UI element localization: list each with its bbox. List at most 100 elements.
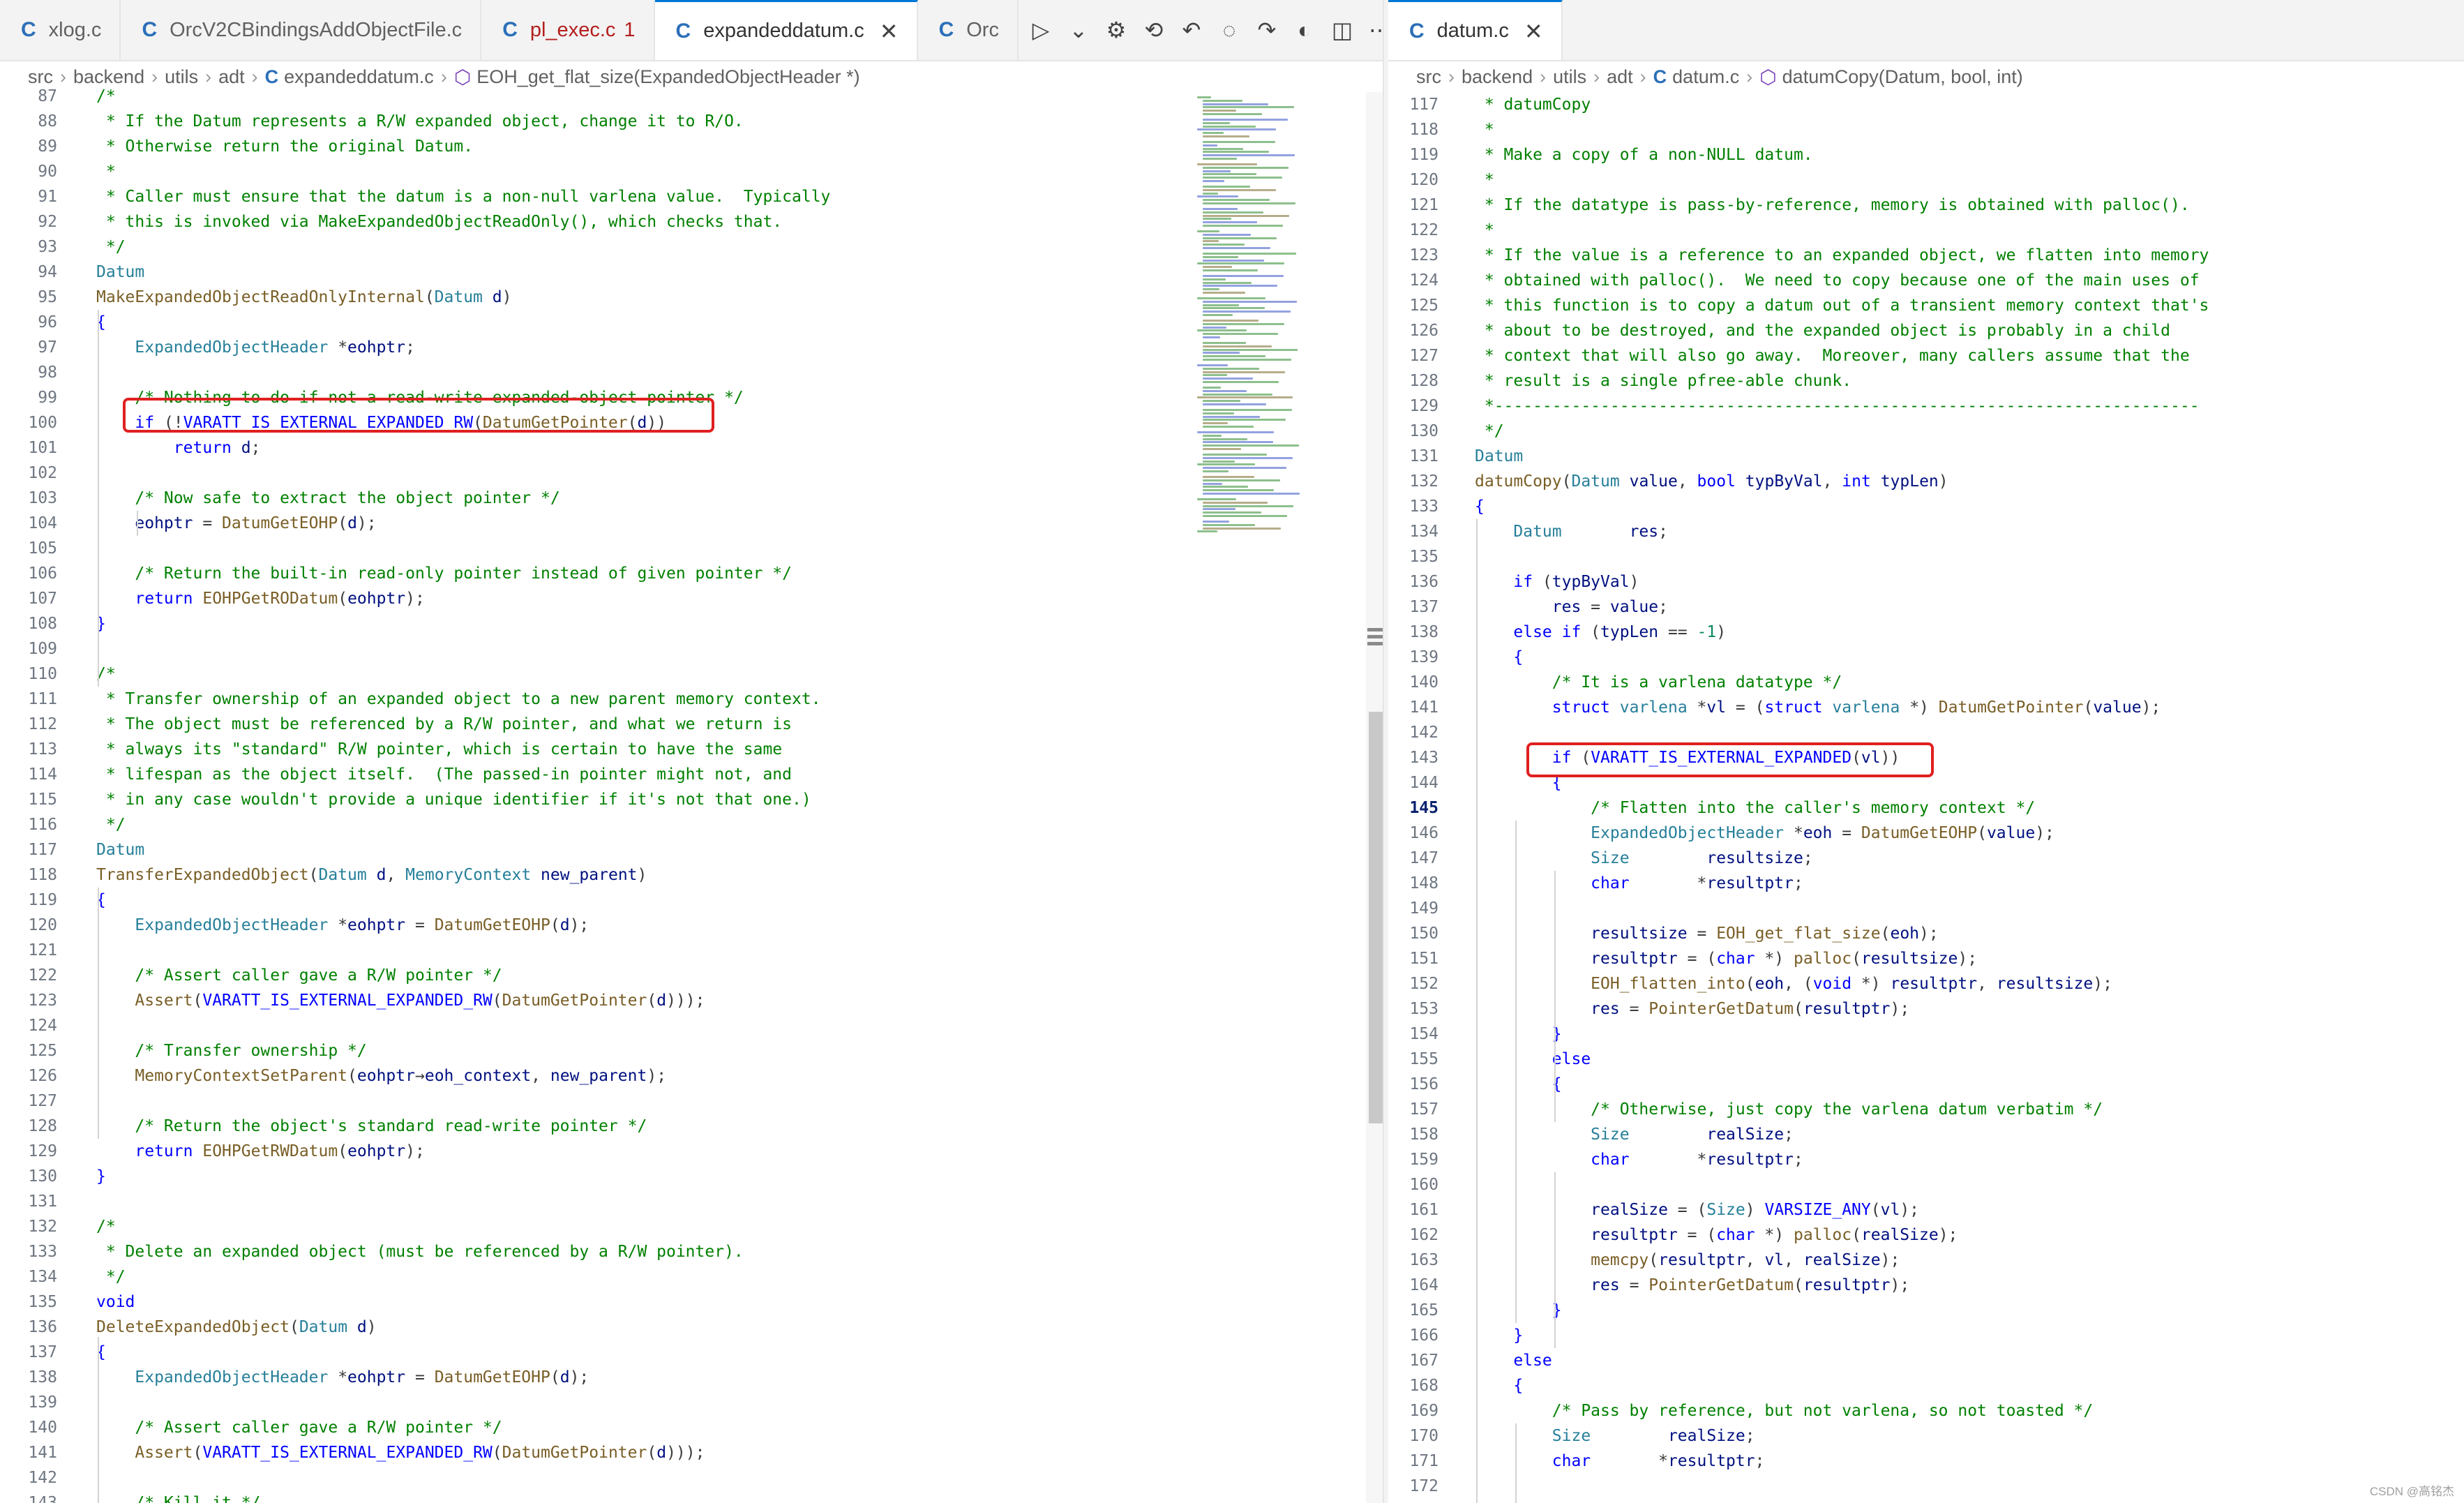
code-line[interactable]: 165 } bbox=[1388, 1298, 2464, 1323]
code-line[interactable]: 96{ bbox=[0, 310, 1197, 335]
code-line[interactable]: 93 */ bbox=[0, 234, 1197, 260]
code-line[interactable]: 170 Size realSize; bbox=[1388, 1423, 2464, 1449]
editor-tab[interactable]: Cxlog.c bbox=[0, 0, 121, 60]
code-line[interactable]: 141 struct varlena *vl = (struct varlena… bbox=[1388, 695, 2464, 720]
code-line[interactable]: 139 bbox=[0, 1390, 1197, 1415]
code-line[interactable]: 106 /* Return the built-in read-only poi… bbox=[0, 561, 1197, 586]
code-line[interactable]: 155 else bbox=[1388, 1047, 2464, 1072]
go-previous-icon[interactable]: ◌ bbox=[1217, 17, 1242, 43]
history-icon[interactable]: ⟲ bbox=[1141, 17, 1166, 43]
code-line[interactable]: 158 Size realSize; bbox=[1388, 1122, 2464, 1147]
code-line[interactable]: 118 TransferExpandedObject(Datum d, Memor… bbox=[0, 862, 1197, 888]
code-line[interactable]: 125 /* Transfer ownership */ bbox=[0, 1038, 1197, 1063]
code-line[interactable]: 126 MemoryContextSetParent(eohptr→eoh_co… bbox=[0, 1063, 1197, 1089]
code-line[interactable]: 134 */ bbox=[0, 1264, 1197, 1289]
code-line[interactable]: 136 if (typByVal) bbox=[1388, 569, 2464, 595]
code-line[interactable]: 129 *-----------------------------------… bbox=[1388, 394, 2464, 419]
editor-tab[interactable]: Cdatum.c ✕ bbox=[1388, 0, 1563, 60]
code-line[interactable]: 137{ bbox=[0, 1340, 1197, 1365]
breadcrumb-item[interactable]: datum.c bbox=[1672, 66, 1739, 88]
code-line[interactable]: 123 Assert(VARATT_IS_EXTERNAL_EXPANDED_R… bbox=[0, 988, 1197, 1013]
code-line[interactable]: 90 * bbox=[0, 159, 1197, 184]
code-line[interactable]: 146 ExpandedObjectHeader *eoh = DatumGet… bbox=[1388, 821, 2464, 846]
editor-tab[interactable]: C Orc bbox=[918, 0, 1019, 60]
code-line[interactable]: 113 * always its "standard" R/W pointer,… bbox=[0, 737, 1197, 762]
right-code-editor[interactable]: 117 * datumCopy 118 * 119 * Make a copy of… bbox=[1388, 92, 2464, 1503]
code-line[interactable]: 109 bbox=[0, 636, 1197, 661]
code-line[interactable]: 156 { bbox=[1388, 1072, 2464, 1097]
code-line[interactable]: 124 bbox=[0, 1013, 1197, 1038]
code-line[interactable]: 122 /* Assert caller gave a R/W pointer … bbox=[0, 963, 1197, 988]
code-line[interactable]: 97 ExpandedObjectHeader *eohptr; bbox=[0, 335, 1197, 360]
code-line[interactable]: 137 res = value; bbox=[1388, 595, 2464, 620]
code-line[interactable]: 91 * Caller must ensure that the datum i… bbox=[0, 184, 1197, 209]
code-line[interactable]: 129 return EOHPGetRWDatum(eohptr); bbox=[0, 1139, 1197, 1164]
code-line[interactable]: 118 * bbox=[1388, 117, 2464, 142]
code-line[interactable]: 132 datumCopy(Datum value, bool typByVal,… bbox=[1388, 469, 2464, 494]
code-line[interactable]: 168 { bbox=[1388, 1373, 2464, 1398]
close-icon[interactable]: ✕ bbox=[880, 18, 899, 45]
code-line[interactable]: 98 bbox=[0, 360, 1197, 385]
code-line[interactable]: 107 return EOHPGetRODatum(eohptr); bbox=[0, 586, 1197, 611]
breadcrumb-item[interactable]: backend bbox=[1462, 66, 1533, 88]
code-line[interactable]: 138 else if (typLen == -1) bbox=[1388, 620, 2464, 645]
compare-icon[interactable]: ◐ bbox=[1292, 17, 1317, 43]
code-line[interactable]: 149 bbox=[1388, 896, 2464, 921]
code-line[interactable]: 142 bbox=[1388, 720, 2464, 745]
code-line[interactable]: 157 /* Otherwise, just copy the varlena … bbox=[1388, 1097, 2464, 1122]
code-line[interactable]: 153 res = PointerGetDatum(resultptr); bbox=[1388, 996, 2464, 1022]
code-line[interactable]: 127 bbox=[0, 1089, 1197, 1114]
code-line[interactable]: 89 * Otherwise return the original Datum… bbox=[0, 134, 1197, 159]
code-line[interactable]: 131 bbox=[0, 1189, 1197, 1214]
code-line[interactable]: 142 bbox=[0, 1465, 1197, 1490]
code-line[interactable]: 150 resultsize = EOH_get_flat_size(eoh); bbox=[1388, 921, 2464, 946]
code-line[interactable]: 124 * obtained with palloc(). We need to… bbox=[1388, 268, 2464, 293]
code-line[interactable]: 169 /* Pass by reference, but not varlen… bbox=[1388, 1398, 2464, 1423]
code-line[interactable]: 133 * Delete an expanded object (must be… bbox=[0, 1239, 1197, 1264]
editor-tab[interactable]: C OrcV2CBindingsAddObjectFile.c bbox=[121, 0, 482, 60]
code-line[interactable]: 120 ExpandedObjectHeader *eohptr = Datum… bbox=[0, 913, 1197, 938]
code-line[interactable]: 143 /* Kill it */ bbox=[0, 1490, 1197, 1503]
code-line[interactable]: 134 Datum res; bbox=[1388, 519, 2464, 544]
code-line[interactable]: 122 * bbox=[1388, 218, 2464, 243]
code-line[interactable]: 171 char *resultptr; bbox=[1388, 1449, 2464, 1474]
split-editor-icon[interactable]: ◫ bbox=[1330, 17, 1355, 43]
code-line[interactable]: 145 /* Flatten into the caller's memory … bbox=[1388, 795, 2464, 821]
code-line[interactable]: 114 * lifespan as the object itself. (Th… bbox=[0, 762, 1197, 787]
code-line[interactable]: 87 /* bbox=[0, 84, 1197, 109]
code-line[interactable]: 119 * Make a copy of a non-NULL datum. bbox=[1388, 142, 2464, 167]
code-line[interactable]: 131 Datum bbox=[1388, 444, 2464, 469]
code-line[interactable]: 92 * this is invoked via MakeExpandedObj… bbox=[0, 209, 1197, 234]
run-icon[interactable]: ▷ bbox=[1028, 17, 1053, 43]
code-line[interactable]: 167 else bbox=[1388, 1348, 2464, 1373]
code-line[interactable]: 135 void bbox=[0, 1289, 1197, 1315]
code-line[interactable]: 94 Datum bbox=[0, 260, 1197, 285]
code-line[interactable]: 128 /* Return the object's standard read… bbox=[0, 1114, 1197, 1139]
code-line[interactable]: 104 eohptr = DatumGetEOHP(d); bbox=[0, 511, 1197, 536]
code-line[interactable]: 127 * context that will also go away. Mo… bbox=[1388, 343, 2464, 368]
code-line[interactable]: 115 * in any case wouldn't provide a uni… bbox=[0, 787, 1197, 812]
code-line[interactable]: 130 */ bbox=[1388, 419, 2464, 444]
code-line[interactable]: 119{ bbox=[0, 888, 1197, 913]
code-line[interactable]: 125 * this function is to copy a datum o… bbox=[1388, 293, 2464, 318]
more-actions-icon[interactable]: ⋯ bbox=[1367, 17, 1383, 43]
breadcrumb-item[interactable]: datumCopy(Datum, bool, int) bbox=[1782, 66, 2023, 88]
code-line[interactable]: 95 MakeExpandedObjectReadOnlyInternal(Dat… bbox=[0, 285, 1197, 310]
editor-tab[interactable]: Cexpandeddatum.c ✕ bbox=[654, 0, 918, 60]
code-line[interactable]: 148 char *resultptr; bbox=[1388, 871, 2464, 896]
breadcrumb-item[interactable]: src bbox=[1416, 66, 1441, 88]
code-line[interactable]: 162 resultptr = (char *) palloc(realSize… bbox=[1388, 1222, 2464, 1248]
close-icon[interactable]: ✕ bbox=[1524, 18, 1543, 45]
breadcrumb-item[interactable]: utils bbox=[1553, 66, 1586, 88]
code-line[interactable]: 116 */ bbox=[0, 812, 1197, 837]
code-line[interactable]: 152 EOH_flatten_into(eoh, (void *) resul… bbox=[1388, 971, 2464, 996]
code-line[interactable]: 159 char *resultptr; bbox=[1388, 1147, 2464, 1172]
code-line[interactable]: 117 * datumCopy bbox=[1388, 92, 2464, 117]
code-line[interactable]: 132 /* bbox=[0, 1214, 1197, 1239]
code-line[interactable]: 154 } bbox=[1388, 1022, 2464, 1047]
chevron-down-icon[interactable]: ⌄ bbox=[1066, 17, 1091, 43]
code-line[interactable]: 130} bbox=[0, 1164, 1197, 1189]
code-line[interactable]: 147 Size resultsize; bbox=[1388, 846, 2464, 871]
code-line[interactable]: 140 /* It is a varlena datatype */ bbox=[1388, 670, 2464, 695]
code-line[interactable]: 121 * If the datatype is pass-by-referen… bbox=[1388, 193, 2464, 218]
